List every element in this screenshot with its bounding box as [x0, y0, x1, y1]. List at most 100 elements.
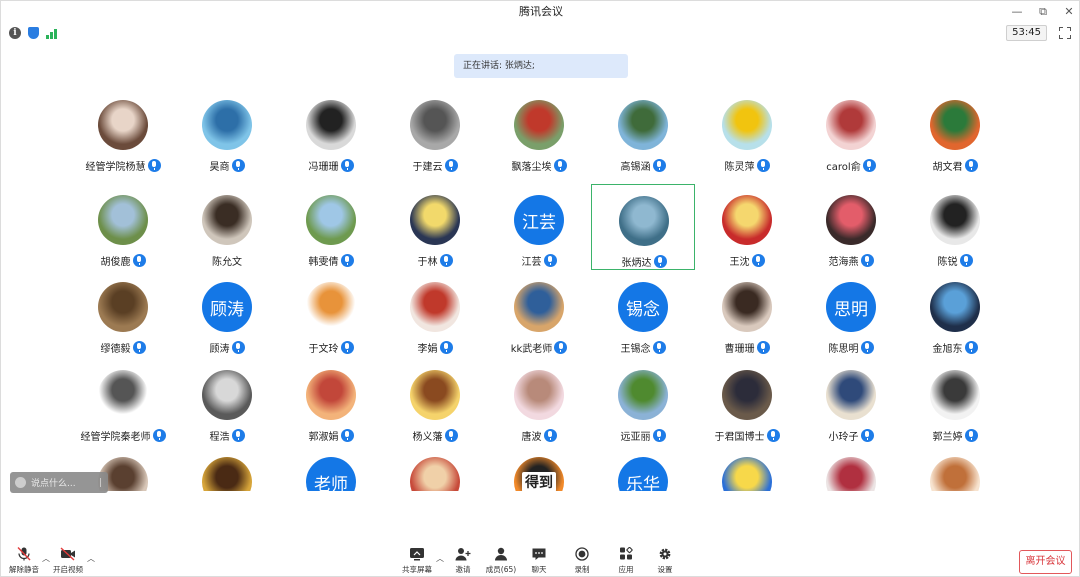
- participant-tile[interactable]: [799, 446, 903, 491]
- participant-name-row: 金旭东: [903, 339, 1007, 355]
- participant-name: 陈思明: [828, 343, 859, 355]
- participant-tile[interactable]: 郭兰婷: [903, 359, 1007, 445]
- participant-tile[interactable]: 于君国博士: [695, 359, 799, 445]
- avatar: [202, 195, 252, 245]
- participant-tile[interactable]: 韩雯倩: [279, 184, 383, 270]
- participant-tile[interactable]: 唐波: [487, 359, 591, 445]
- participant-tile[interactable]: 经管学院杨慧: [71, 89, 175, 175]
- mic-icon: [147, 158, 161, 172]
- leave-meeting-button[interactable]: 离开会议: [1019, 550, 1072, 574]
- participant-tile[interactable]: [695, 446, 799, 491]
- chat-input[interactable]: 说点什么... |: [10, 472, 108, 493]
- settings-button[interactable]: 设置: [644, 547, 686, 577]
- members-icon: [495, 547, 507, 561]
- participant-name: 顾涛: [209, 343, 230, 355]
- participant-tile[interactable]: 程浩: [175, 359, 279, 445]
- participant-tile[interactable]: 陈灵萍: [695, 89, 799, 175]
- chat-placeholder: 说点什么...: [31, 479, 76, 489]
- share-screen-button[interactable]: 共享屏幕: [396, 547, 438, 577]
- participant-tile[interactable]: 于建云: [383, 89, 487, 175]
- participant-tile[interactable]: [903, 446, 1007, 491]
- participant-name-row: 韩雯倩: [279, 252, 383, 268]
- participant-tile[interactable]: 高锡涵: [591, 89, 695, 175]
- participant-name-row: 江芸: [487, 252, 591, 268]
- participant-tile[interactable]: 张炳达: [591, 184, 695, 270]
- mic-icon: [959, 253, 973, 267]
- participant-tile[interactable]: 经管学院秦老师: [71, 359, 175, 445]
- participant-tile[interactable]: 曹珊珊: [695, 271, 799, 357]
- participant-tile[interactable]: 思明陈思明: [799, 271, 903, 357]
- participant-tile[interactable]: 胡俊鹿: [71, 184, 175, 270]
- apps-icon: [620, 547, 633, 560]
- avatar: [826, 457, 876, 491]
- avatar: [722, 370, 772, 420]
- unmute-button[interactable]: 解除静音: [3, 547, 45, 577]
- avatar: [930, 370, 980, 420]
- avatar: 乐华: [618, 457, 668, 491]
- participant-tile[interactable]: 得到: [487, 446, 591, 491]
- start-video-label: 开启视频: [53, 565, 83, 574]
- avatar: [930, 457, 980, 491]
- participant-name-row: 于建云: [383, 157, 487, 173]
- participant-tile[interactable]: 昊商: [175, 89, 279, 175]
- members-button[interactable]: 成员(65): [480, 547, 522, 577]
- participant-tile[interactable]: 远亚丽: [591, 359, 695, 445]
- mic-icon: [756, 158, 770, 172]
- record-button[interactable]: 录制: [561, 547, 603, 577]
- avatar: [722, 195, 772, 245]
- participant-tile[interactable]: carol俞: [799, 89, 903, 175]
- avatar: [410, 282, 460, 332]
- participant-name-row: 陈锐: [903, 252, 1007, 268]
- avatar-initials: 思明: [834, 299, 868, 320]
- participant-name: 高锡涵: [620, 161, 651, 173]
- avatar: [930, 282, 980, 332]
- settings-label: 设置: [657, 565, 673, 574]
- avatar: [410, 457, 460, 491]
- participant-tile[interactable]: 李娟: [383, 271, 487, 357]
- avatar: 得到: [514, 457, 564, 491]
- participant-name: 于文玲: [308, 343, 339, 355]
- participant-name: 昊商: [209, 161, 230, 173]
- participant-tile[interactable]: 于林: [383, 184, 487, 270]
- meeting-window: 腾讯会议 — ⧉ ✕ i 53:45 经管学院杨慧 昊商 冯珊珊 于建云 飘落尘埃 高锡涵…: [0, 0, 1080, 577]
- participant-tile[interactable]: 金旭东: [903, 271, 1007, 357]
- participant-tile[interactable]: 陈允文: [175, 184, 279, 270]
- participant-tile[interactable]: [383, 446, 487, 491]
- participant-tile[interactable]: 锡念 王锡念: [591, 271, 695, 357]
- participant-tile[interactable]: 江芸 江芸: [487, 184, 591, 270]
- participant-name-row: 胡文君: [903, 157, 1007, 173]
- participant-tile[interactable]: 缪德毅: [71, 271, 175, 357]
- video-options-caret[interactable]: ︿: [87, 553, 95, 564]
- speaking-banner: 正在讲话: 张炳达;: [454, 54, 628, 78]
- participant-tile[interactable]: 郭淑娟: [279, 359, 383, 445]
- participant-tile[interactable]: 飘落尘埃: [487, 89, 591, 175]
- avatar: 锡念: [618, 282, 668, 332]
- participant-tile[interactable]: 王沈: [695, 184, 799, 270]
- participant-tile[interactable]: 乐华: [591, 446, 695, 491]
- mic-icon: [652, 340, 666, 354]
- avatar: [202, 370, 252, 420]
- participant-tile[interactable]: 于文玲: [279, 271, 383, 357]
- chat-button[interactable]: 聊天: [518, 547, 560, 577]
- mic-icon: [132, 340, 146, 354]
- participant-tile[interactable]: 胡文君: [903, 89, 1007, 175]
- start-video-button[interactable]: 开启视频: [47, 547, 89, 577]
- participant-tile[interactable]: 小玲子: [799, 359, 903, 445]
- invite-button[interactable]: 邀请: [442, 547, 484, 577]
- participant-tile[interactable]: 老师: [279, 446, 383, 491]
- participant-tile[interactable]: kk武老师: [487, 271, 591, 357]
- avatar: [930, 100, 980, 150]
- participant-tile[interactable]: 范海燕: [799, 184, 903, 270]
- participant-tile[interactable]: 冯珊珊: [279, 89, 383, 175]
- avatar: [202, 457, 252, 491]
- participant-tile[interactable]: 陈锐: [903, 184, 1007, 270]
- participant-name-row: 经管学院杨慧: [71, 157, 175, 173]
- participant-name: 江芸: [521, 256, 542, 268]
- apps-button[interactable]: 应用: [605, 547, 647, 577]
- mic-icon: [862, 158, 876, 172]
- participant-name-row: 陈灵萍: [695, 157, 799, 173]
- avatar: [514, 282, 564, 332]
- participant-tile[interactable]: [175, 446, 279, 491]
- participant-tile[interactable]: 顾涛 顾涛: [175, 271, 279, 357]
- participant-tile[interactable]: 杨义藩: [383, 359, 487, 445]
